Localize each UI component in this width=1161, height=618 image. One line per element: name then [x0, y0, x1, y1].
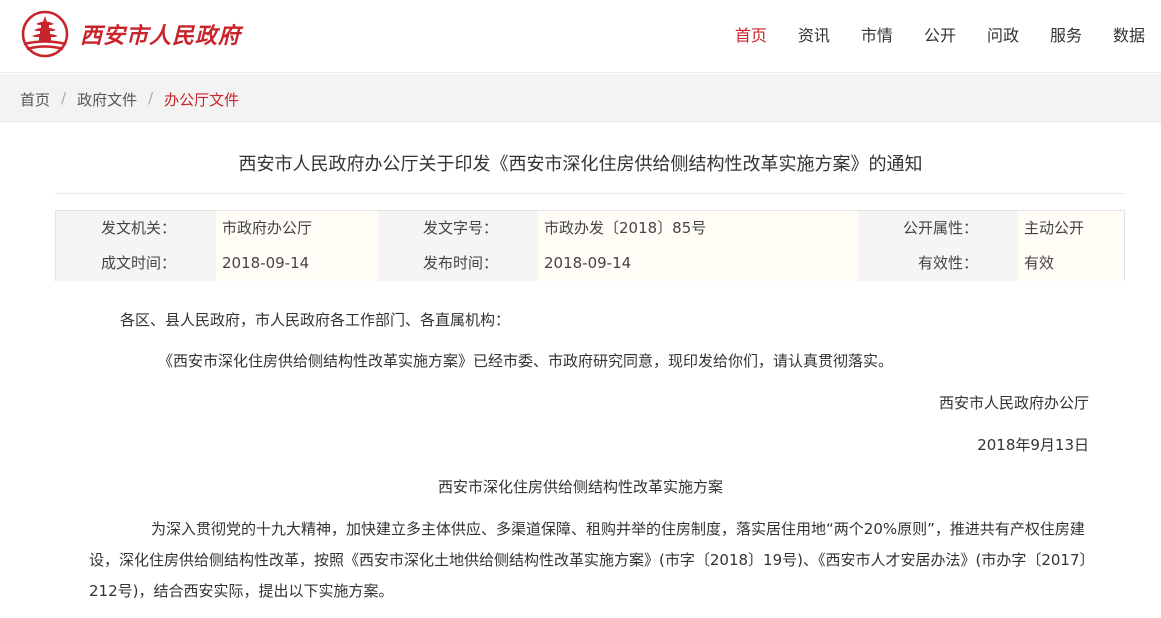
created-value: 2018-09-14 — [216, 246, 378, 281]
title-divider — [55, 193, 1125, 194]
breadcrumb-current[interactable]: 办公厅文件 — [164, 89, 239, 110]
breadcrumb-gov-docs[interactable]: 政府文件 — [77, 89, 137, 110]
salutation: 各区、县人民政府，市人民政府各工作部门、各直属机构： — [120, 311, 511, 329]
nav-item-news[interactable]: 资讯 — [798, 22, 830, 46]
disclosure-value: 主动公开 — [1018, 211, 1124, 246]
pagoda-logo-icon — [21, 10, 69, 58]
notice-text: 《西安市深化住房供给侧结构性改革实施方案》已经市委、市政府研究同意，现印发给你们… — [158, 352, 894, 370]
doc-no-value: 市政办发〔2018〕85号 — [538, 211, 858, 246]
site-header: 西安市人民政府 首页 资讯 市情 公开 问政 服务 数据 — [0, 0, 1161, 73]
validity-label: 有效性： — [858, 246, 1018, 281]
breadcrumb-bar: 首页 / 政府文件 / 办公厅文件 — [0, 74, 1161, 122]
nav-item-service[interactable]: 服务 — [1050, 22, 1082, 46]
published-value: 2018-09-14 — [538, 246, 858, 281]
doc-no-label: 发文字号： — [378, 211, 538, 246]
created-label: 成文时间： — [56, 246, 216, 281]
document-meta-table: 发文机关： 市政府办公厅 发文字号： 市政办发〔2018〕85号 公开属性： 主… — [55, 210, 1125, 281]
disclosure-label: 公开属性： — [858, 211, 1018, 246]
breadcrumb-separator: / — [61, 89, 67, 107]
signature: 西安市人民政府办公厅 — [938, 394, 1089, 412]
nav-item-data[interactable]: 数据 — [1113, 22, 1145, 46]
issuer-value: 市政府办公厅 — [216, 211, 378, 246]
published-label: 发布时间： — [378, 246, 538, 281]
logo-text: 西安市人民政府 — [80, 23, 242, 49]
issuer-label: 发文机关： — [56, 211, 216, 246]
validity-value: 有效 — [1018, 246, 1124, 281]
issue-date: 2018年9月13日 — [977, 436, 1089, 454]
breadcrumb: 首页 / 政府文件 / 办公厅文件 — [20, 89, 239, 110]
site-logo[interactable]: 西安市人民政府 — [18, 10, 241, 58]
nav-item-home[interactable]: 首页 — [735, 22, 767, 46]
nav-item-consult[interactable]: 问政 — [987, 22, 1019, 46]
meta-row: 发文机关： 市政府办公厅 发文字号： 市政办发〔2018〕85号 公开属性： 主… — [56, 211, 1124, 246]
article-title: 西安市人民政府办公厅关于印发《西安市深化住房供给侧结构性改革实施方案》的通知 — [238, 154, 923, 175]
breadcrumb-separator: / — [148, 89, 154, 107]
breadcrumb-home[interactable]: 首页 — [20, 89, 50, 110]
plan-title: 西安市深化住房供给侧结构性改革实施方案 — [437, 478, 723, 496]
nav-item-public[interactable]: 公开 — [924, 22, 956, 46]
main-nav: 首页 资讯 市情 公开 问政 服务 数据 — [735, 22, 1161, 46]
nav-item-city[interactable]: 市情 — [861, 22, 893, 46]
meta-row: 成文时间： 2018-09-14 发布时间： 2018-09-14 有效性： 有… — [56, 246, 1124, 281]
plan-paragraph: 为深入贯彻党的十九大精神，加快建立多主体供应、多渠道保障、租购并举的住房制度，落… — [89, 520, 1087, 600]
